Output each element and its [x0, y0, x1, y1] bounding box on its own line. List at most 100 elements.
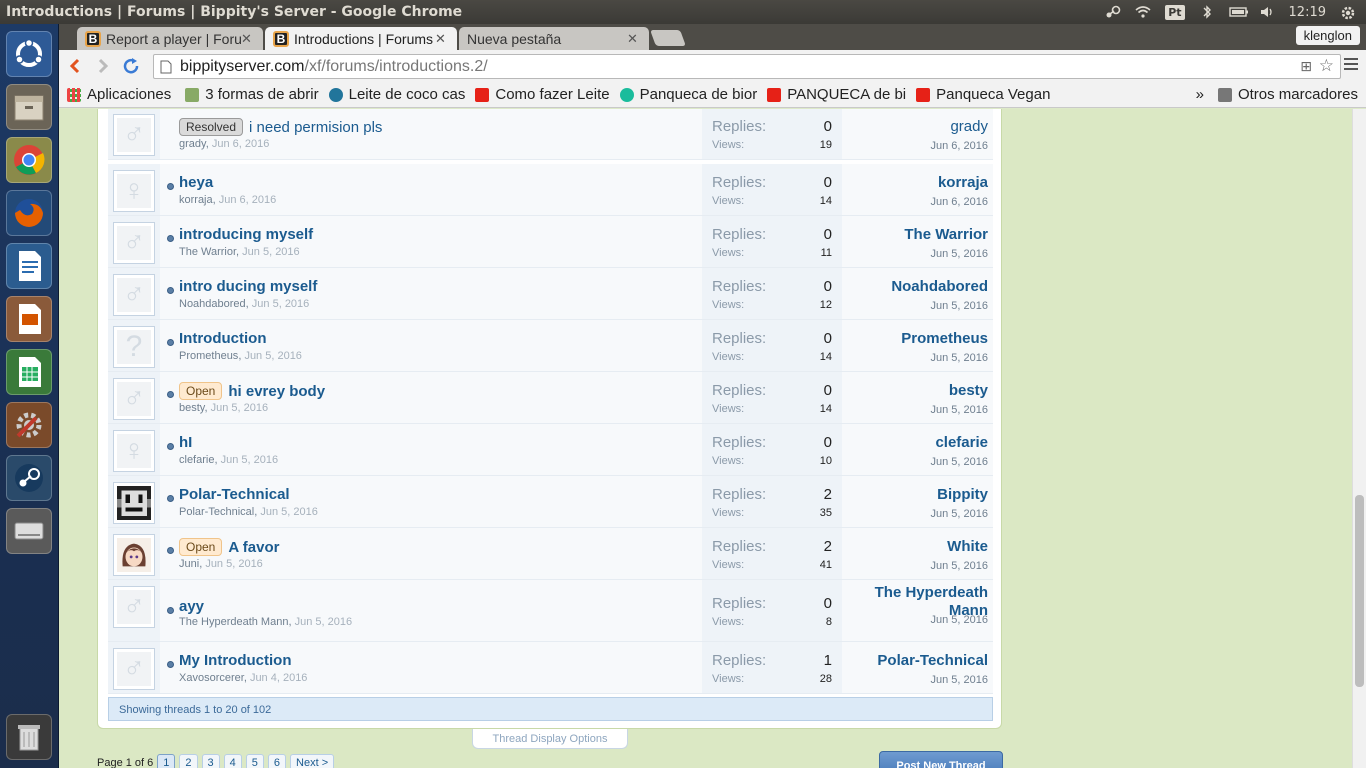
page-link[interactable]: 5 [245, 754, 264, 768]
system-settings-icon[interactable] [6, 402, 52, 448]
bookmark-item[interactable]: Como fazer Leite [475, 86, 610, 103]
thread-start-date[interactable]: Jun 6, 2016 [219, 194, 277, 206]
firefox-icon[interactable] [6, 190, 52, 236]
last-post-date[interactable]: Jun 5, 2016 [931, 404, 989, 416]
profile-name[interactable]: klenglon [1295, 26, 1360, 45]
thread-author-link[interactable]: Prometheus [179, 350, 238, 362]
thread-title-link[interactable]: intro ducing myself [179, 278, 317, 295]
page-link[interactable]: 3 [201, 754, 220, 768]
clock[interactable]: 12:19 [1289, 5, 1326, 20]
impress-icon[interactable] [6, 296, 52, 342]
thread-title-link[interactable]: heya [179, 174, 213, 191]
thread-author-link[interactable]: Xavosorcerer [179, 672, 244, 684]
translate-icon[interactable]: ⊞ [1300, 58, 1312, 75]
page-link[interactable]: 6 [267, 754, 287, 768]
thread-prefix-badge[interactable]: Open [179, 382, 223, 400]
thread-author-link[interactable]: Noahdabored [179, 298, 246, 310]
thread-author-link[interactable]: Juni [179, 558, 199, 570]
avatar[interactable]: ? [113, 326, 155, 368]
last-post-date[interactable]: Jun 5, 2016 [931, 352, 989, 364]
files-icon[interactable] [6, 84, 52, 130]
thread-author-link[interactable]: clefarie [179, 454, 214, 466]
thread-prefix-badge[interactable]: Resolved [179, 118, 244, 136]
steam-tray-icon[interactable] [1105, 5, 1121, 19]
last-post-date[interactable]: Jun 5, 2016 [931, 300, 989, 312]
thread-title-link[interactable]: hI [179, 434, 192, 451]
thread-title-link[interactable]: introducing myself [179, 226, 313, 243]
bookmark-item[interactable]: Leite de coco cas [328, 86, 465, 103]
thread-display-options-toggle[interactable]: Thread Display Options [472, 729, 628, 749]
thread-start-date[interactable]: Jun 4, 2016 [250, 672, 308, 684]
forward-button[interactable] [89, 52, 117, 80]
page-info-icon[interactable] [160, 60, 172, 74]
avatar[interactable] [113, 534, 155, 576]
thread-title-link[interactable]: My Introduction [179, 652, 292, 669]
last-post-date[interactable]: Jun 5, 2016 [931, 508, 989, 520]
more-bookmarks-chevron[interactable]: » [1196, 86, 1204, 103]
avatar[interactable]: ♂ [113, 648, 155, 690]
thread-start-date[interactable]: Jun 5, 2016 [260, 506, 318, 518]
bookmark-star-icon[interactable]: ☆ [1319, 56, 1334, 76]
last-poster-link[interactable]: korraja [858, 174, 988, 192]
last-poster-link[interactable]: Bippity [858, 486, 988, 504]
battery-icon[interactable] [1228, 5, 1248, 19]
thread-author-link[interactable]: The Warrior [179, 246, 236, 258]
bookmark-item[interactable]: 3 formas de abrir [185, 86, 319, 103]
address-bar[interactable]: bippityserver.com/xf/forums/introduction… [153, 54, 1341, 79]
volume-icon[interactable] [1259, 5, 1275, 19]
scrollbar-thumb[interactable] [1355, 495, 1364, 687]
steam-icon[interactable] [6, 455, 52, 501]
avatar[interactable]: ♂ [113, 274, 155, 316]
ubuntu-dash-icon[interactable] [6, 31, 52, 77]
trash-icon[interactable] [6, 714, 52, 760]
avatar[interactable]: ♂ [113, 222, 155, 264]
last-poster-link[interactable]: Noahdabored [858, 278, 988, 296]
thread-title-link[interactable]: i need permision pls [249, 119, 382, 136]
calc-icon[interactable] [6, 349, 52, 395]
page-link[interactable]: 4 [223, 754, 242, 768]
last-poster-link[interactable]: besty [858, 382, 988, 400]
page-link[interactable]: 1 [157, 754, 176, 768]
avatar[interactable]: ♂ [113, 586, 155, 628]
close-icon[interactable]: ✕ [627, 31, 641, 47]
last-poster-link[interactable]: clefarie [858, 434, 988, 452]
other-bookmarks-folder[interactable]: Otros marcadores [1217, 86, 1358, 103]
avatar[interactable]: ♀ [113, 170, 155, 212]
keyboard-layout-indicator[interactable]: Pt [1165, 4, 1185, 20]
thread-start-date[interactable]: Jun 5, 2016 [221, 454, 279, 466]
last-post-date[interactable]: Jun 5, 2016 [931, 248, 989, 260]
thread-start-date[interactable]: Jun 5, 2016 [295, 616, 353, 628]
last-post-date[interactable]: Jun 5, 2016 [931, 614, 989, 626]
last-post-date[interactable]: Jun 5, 2016 [931, 560, 989, 572]
bluetooth-icon[interactable] [1199, 5, 1215, 19]
avatar[interactable]: ♀ [113, 430, 155, 472]
close-icon[interactable]: ✕ [435, 31, 449, 47]
thread-start-date[interactable]: Jun 6, 2016 [212, 138, 270, 150]
next-page-link[interactable]: Next > [290, 754, 335, 768]
writer-icon[interactable] [6, 243, 52, 289]
thread-title-link[interactable]: ayy [179, 598, 204, 615]
last-poster-link[interactable]: Prometheus [858, 330, 988, 348]
last-poster-link[interactable]: The Warrior [858, 226, 988, 244]
wifi-icon[interactable] [1135, 5, 1151, 19]
bookmark-item[interactable]: Panqueca Vegan [916, 86, 1050, 103]
last-poster-link[interactable]: grady [858, 118, 988, 136]
last-poster-link[interactable]: Polar-Technical [858, 652, 988, 670]
thread-title-link[interactable]: hi evrey body [228, 383, 325, 400]
last-poster-link[interactable]: White [858, 538, 988, 556]
last-post-date[interactable]: Jun 6, 2016 [931, 196, 989, 208]
disk-drive-icon[interactable] [6, 508, 52, 554]
thread-start-date[interactable]: Jun 5, 2016 [244, 350, 302, 362]
reload-button[interactable] [117, 52, 145, 80]
new-tab-button[interactable] [650, 30, 686, 46]
thread-start-date[interactable]: Jun 5, 2016 [252, 298, 310, 310]
gear-icon[interactable] [1340, 5, 1356, 20]
last-post-date[interactable]: Jun 5, 2016 [931, 456, 989, 468]
avatar[interactable]: ♂ [113, 378, 155, 420]
thread-title-link[interactable]: Polar-Technical [179, 486, 290, 503]
thread-start-date[interactable]: Jun 5, 2016 [242, 246, 300, 258]
thread-title-link[interactable]: Introduction [179, 330, 266, 347]
thread-author-link[interactable]: korraja [179, 194, 213, 206]
bookmark-apps[interactable]: Aplicaciones [67, 86, 171, 103]
thread-author-link[interactable]: Polar-Technical [179, 506, 254, 518]
